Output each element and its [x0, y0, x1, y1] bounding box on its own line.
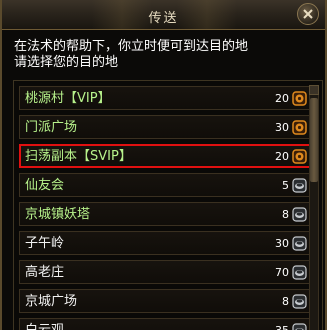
destination-name: 白云观	[25, 323, 64, 330]
silver-coin-icon	[292, 265, 307, 280]
silver-coin-icon	[292, 178, 307, 193]
silver-coin-icon	[292, 323, 307, 330]
teleport-window: 传送 在法术的帮助下，你立时便可到达目的地 请选择您的目的地 桃源村【VIP】 2…	[0, 0, 327, 330]
destination-cost: 30	[275, 121, 289, 134]
scrollbar[interactable]	[309, 85, 319, 330]
destination-row-selected[interactable]: 扫荡副本【SVIP】 20	[19, 144, 312, 168]
scroll-thumb[interactable]	[310, 98, 318, 182]
destination-cost: 30	[275, 237, 289, 250]
gold-coin-icon	[292, 149, 307, 164]
destination-cost: 70	[275, 266, 289, 279]
close-icon	[303, 9, 313, 19]
destination-name: 门派广场	[25, 120, 78, 135]
window-title: 传送	[148, 11, 179, 26]
destination-name: 京城镇妖塔	[25, 207, 91, 222]
close-button[interactable]	[297, 3, 319, 25]
destination-row[interactable]: 高老庄 70	[19, 260, 312, 284]
destination-cost: 20	[275, 92, 289, 105]
destination-row[interactable]: 京城广场 8	[19, 289, 312, 313]
instruction-line-1: 在法术的帮助下，你立时便可到达目的地	[14, 39, 249, 54]
silver-coin-icon	[292, 207, 307, 222]
destination-row[interactable]: 门派广场 30	[19, 115, 312, 139]
destination-name: 桃源村【VIP】	[25, 91, 111, 106]
destination-cost: 20	[275, 150, 289, 163]
destination-row[interactable]: 京城镇妖塔 8	[19, 202, 312, 226]
silver-coin-icon	[292, 294, 307, 309]
destination-name: 子午岭	[25, 236, 65, 251]
destination-name: 仙友会	[25, 178, 65, 193]
destination-cost: 5	[282, 179, 289, 192]
destination-list: 桃源村【VIP】 20 门派广场 30 扫荡副本【SVIP】 20 仙友会 5 京城镇妖塔 8 子午…	[13, 80, 323, 330]
gold-coin-icon	[292, 120, 307, 135]
destination-cost: 35	[275, 324, 289, 330]
destination-name: 京城广场	[25, 294, 78, 309]
scroll-up-button[interactable]	[309, 85, 319, 95]
destination-cost: 8	[282, 208, 289, 221]
destination-cost: 8	[282, 295, 289, 308]
destination-name: 扫荡副本【SVIP】	[25, 149, 132, 164]
instruction-line-2: 请选择您的目的地	[14, 55, 119, 70]
destination-row[interactable]: 子午岭 30	[19, 231, 312, 255]
title-bar: 传送	[2, 0, 325, 30]
destination-name: 高老庄	[25, 265, 65, 280]
destination-row[interactable]: 桃源村【VIP】 20	[19, 86, 312, 110]
destination-row[interactable]: 白云观 35	[19, 318, 312, 330]
destination-row[interactable]: 仙友会 5	[19, 173, 312, 197]
instruction-text: 在法术的帮助下，你立时便可到达目的地 请选择您的目的地	[14, 39, 314, 71]
silver-coin-icon	[292, 236, 307, 251]
gold-coin-icon	[292, 91, 307, 106]
